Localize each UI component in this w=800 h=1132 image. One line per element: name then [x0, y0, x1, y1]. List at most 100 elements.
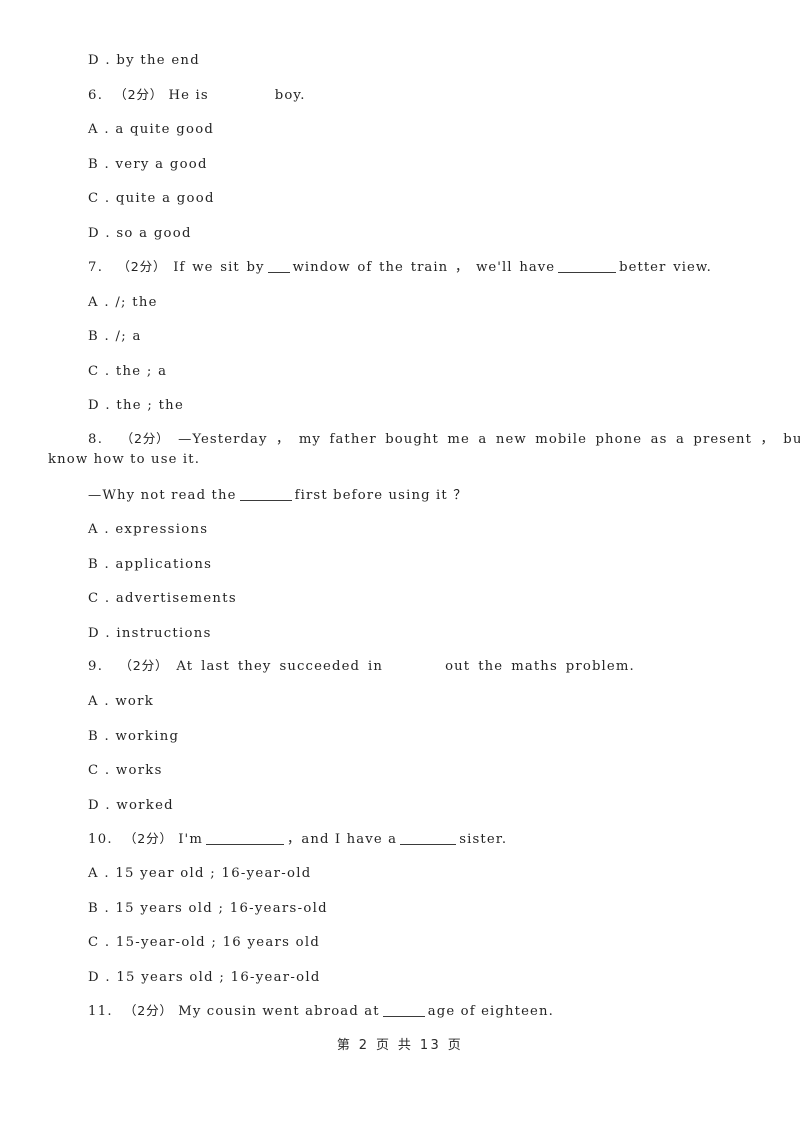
option-marker: B . — [88, 901, 116, 916]
question-text: age of eighteen. — [427, 1004, 554, 1019]
option-marker: C . — [88, 191, 116, 206]
option-text: 15 years old ; 16-years-old — [115, 901, 328, 916]
option-text: instructions — [116, 626, 212, 641]
option-row[interactable]: C . 15-year-old ; 16 years old — [88, 934, 320, 951]
page-footer: 第 2 页 共 13 页 — [336, 1038, 464, 1053]
option-row[interactable]: D . by the end — [88, 52, 200, 69]
option-row[interactable]: C . quite a good — [88, 190, 215, 207]
option-text: 15-year-old ; 16 years old — [115, 935, 321, 950]
question-number: 7. — [88, 260, 118, 275]
option-marker: D . — [88, 398, 117, 413]
option-row[interactable]: B . 15 years old ; 16-years-old — [88, 900, 328, 917]
option-text: the ; a — [115, 364, 168, 379]
question-row: 6. （2分） He is boy. — [88, 86, 306, 104]
option-marker: D . — [88, 798, 117, 813]
question-score: （2分） — [119, 658, 169, 673]
question-text: boy. — [274, 88, 306, 103]
option-marker: D . — [88, 226, 117, 241]
option-row[interactable]: D . 15 years old ; 16-year-old — [88, 969, 321, 986]
question-row: 7. （2分） If we sit by window of the train … — [88, 258, 712, 276]
option-marker: C . — [88, 591, 116, 606]
answer-blank[interactable] — [239, 489, 292, 501]
question-text: know how to use it. — [48, 452, 201, 467]
option-row[interactable]: D . worked — [88, 797, 174, 814]
question-subline: —Why not read the first before using it ？ — [88, 487, 468, 504]
question-number: 8. — [88, 432, 121, 447]
answer-blank[interactable] — [267, 261, 290, 273]
question-row: 10. （2分） I'm ，and I have a sister. — [88, 830, 507, 848]
option-row[interactable]: B . very a good — [88, 156, 208, 173]
option-text: worked — [116, 798, 174, 813]
option-row[interactable]: C . works — [88, 762, 163, 779]
option-marker: C . — [88, 763, 116, 778]
question-text: If we sit by — [173, 260, 265, 275]
option-text: expressions — [115, 522, 209, 537]
option-text: the ; the — [116, 398, 185, 413]
option-marker: A . — [88, 295, 116, 310]
option-row[interactable]: B . /; a — [88, 328, 142, 345]
option-row[interactable]: C . advertisements — [88, 590, 237, 607]
question-score: （2分） — [114, 87, 164, 102]
option-row[interactable]: A . /; the — [88, 294, 158, 311]
option-text: works — [115, 763, 163, 778]
option-text: working — [115, 729, 180, 744]
question-row-continuation: know how to use it. — [48, 451, 200, 468]
option-text: work — [115, 694, 155, 709]
question-score: （2分） — [120, 431, 170, 446]
answer-blank[interactable] — [382, 1005, 425, 1017]
question-text: window of the train ， we'll have — [292, 260, 556, 275]
question-text: better view. — [619, 260, 712, 275]
question-text: At last they succeeded in — [176, 659, 384, 674]
option-text: by the end — [116, 53, 200, 68]
option-text: /; the — [115, 295, 158, 310]
question-text: My cousin went abroad at — [178, 1004, 380, 1019]
question-number: 6. — [88, 88, 115, 103]
option-row[interactable]: A . 15 year old ; 16-year-old — [88, 865, 312, 882]
answer-blank[interactable] — [400, 833, 457, 845]
option-row[interactable]: D . instructions — [88, 625, 212, 642]
question-score: （2分） — [123, 1003, 173, 1018]
option-marker: C . — [88, 364, 116, 379]
option-row[interactable]: A . work — [88, 693, 154, 710]
option-marker: A . — [88, 522, 116, 537]
answer-blank[interactable] — [206, 833, 284, 845]
question-text: ，and I have a — [287, 832, 398, 847]
option-marker: A . — [88, 122, 116, 137]
option-marker: D . — [88, 626, 117, 641]
option-marker: D . — [88, 53, 117, 68]
option-text: 15 year old ; 16-year-old — [115, 866, 312, 881]
question-text: out the maths problem. — [445, 659, 635, 674]
option-row[interactable]: C . the ; a — [88, 363, 167, 380]
option-text: applications — [115, 557, 213, 572]
option-text: advertisements — [115, 591, 237, 606]
question-number: 10. — [88, 832, 124, 847]
question-row: 8. （2分） —Yesterday ， my father bought me… — [88, 430, 800, 448]
option-row[interactable]: D . the ; the — [88, 397, 184, 414]
question-text: I'm — [178, 832, 203, 847]
option-row[interactable]: B . working — [88, 728, 179, 745]
question-row: 9. （2分） At last they succeeded in out the… — [88, 657, 635, 675]
question-text: sister. — [459, 832, 508, 847]
question-number: 11. — [88, 1004, 124, 1019]
question-number: 9. — [88, 659, 120, 674]
option-row[interactable]: B . applications — [88, 556, 212, 573]
question-text: —Why not read the — [88, 488, 237, 503]
option-text: a quite good — [115, 122, 215, 137]
option-row[interactable]: D . so a good — [88, 225, 192, 242]
question-text: first before using it ？ — [294, 488, 468, 503]
option-marker: D . — [88, 970, 117, 985]
option-marker: B . — [88, 729, 116, 744]
option-row[interactable]: A . a quite good — [88, 121, 214, 138]
answer-blank[interactable] — [558, 261, 617, 273]
question-text: He is — [168, 88, 209, 103]
question-score: （2分） — [117, 259, 167, 274]
question-row: 11. （2分） My cousin went abroad at age of … — [88, 1002, 554, 1020]
option-marker: A . — [88, 866, 116, 881]
option-marker: A . — [88, 694, 116, 709]
option-marker: B . — [88, 557, 116, 572]
question-text: —Yesterday ， my father bought me a new m… — [178, 432, 800, 447]
option-row[interactable]: A . expressions — [88, 521, 208, 538]
document-page: D . by the end 6. （2分） He is boy. A . a qui… — [0, 0, 800, 1132]
option-marker: B . — [88, 329, 116, 344]
option-text: /; a — [115, 329, 142, 344]
